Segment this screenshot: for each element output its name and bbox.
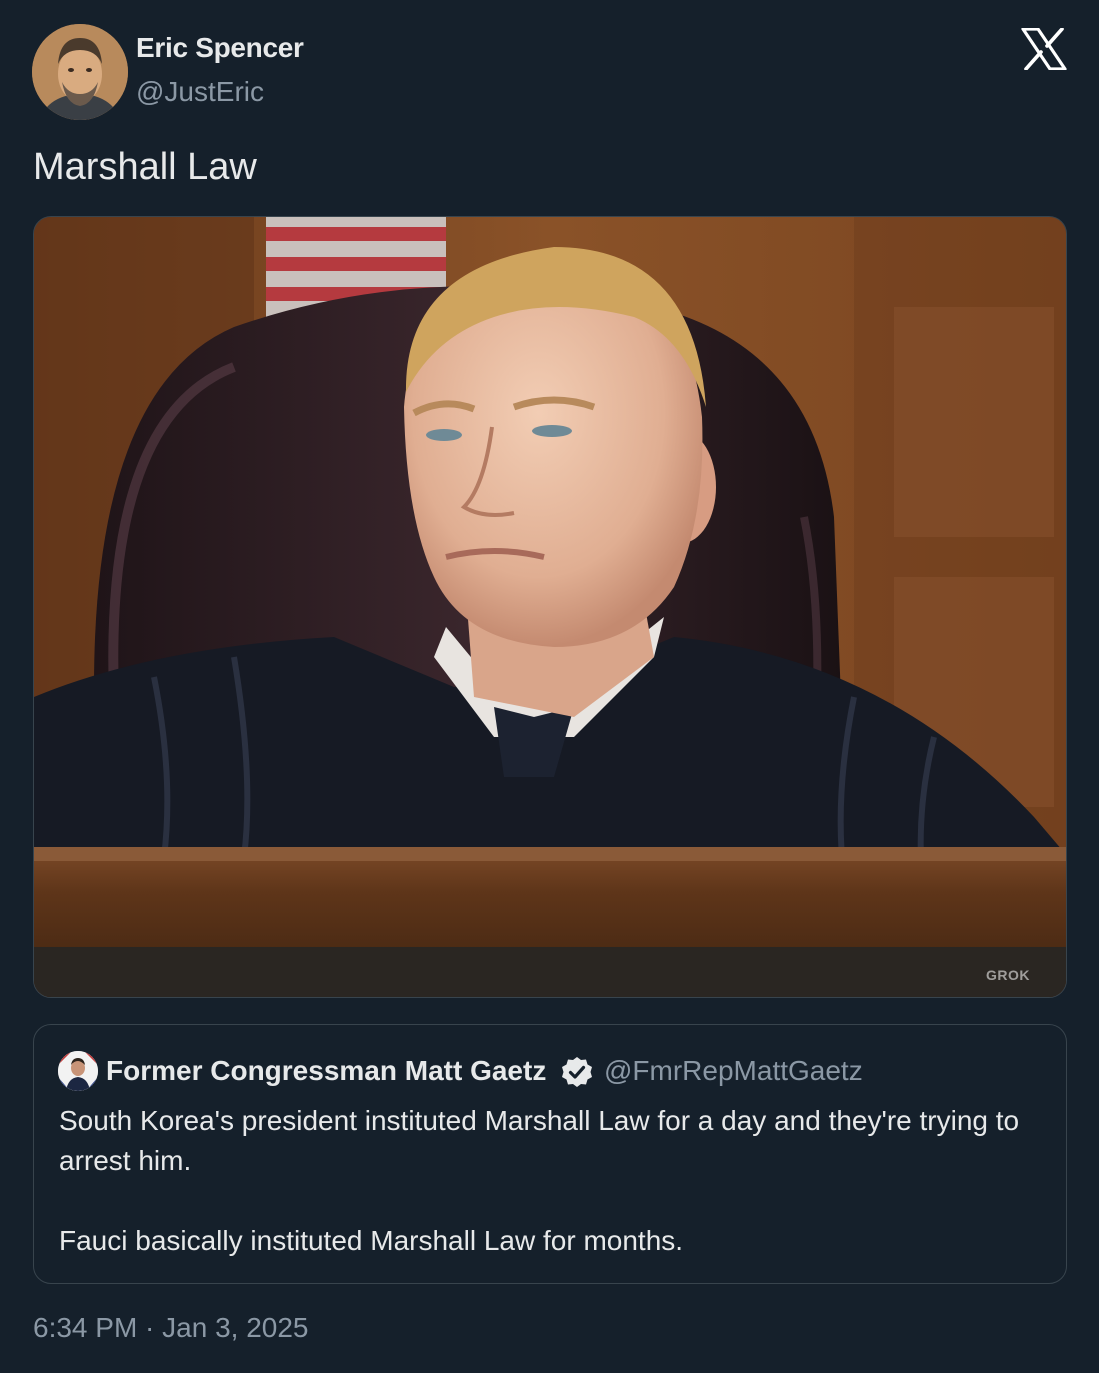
author-display-name[interactable]: Eric Spencer <box>136 32 304 64</box>
quoted-author-handle[interactable]: @FmrRepMattGaetz <box>604 1055 863 1087</box>
quoted-tweet-text: South Korea's president instituted Marsh… <box>59 1101 1039 1261</box>
media-watermark: GROK <box>986 967 1030 983</box>
tweet-timestamp[interactable]: 6:34 PM · Jan 3, 2025 <box>33 1312 309 1344</box>
tweet-card: Eric Spencer @JustEric Marshall Law GROK… <box>0 0 1099 1373</box>
tweet-media-image[interactable]: GROK <box>33 216 1067 998</box>
author-handle[interactable]: @JustEric <box>136 76 264 108</box>
tweet-text: Marshall Law <box>33 146 257 188</box>
quoted-avatar-photo-icon <box>58 1051 98 1091</box>
quoted-paragraph-2: Fauci basically instituted Marshall Law … <box>59 1225 684 1256</box>
avatar-photo-icon <box>32 24 128 120</box>
judge-photo-illustration <box>34 217 1066 997</box>
author-avatar[interactable] <box>32 24 128 120</box>
quoted-author-display-name[interactable]: Former Congressman Matt Gaetz <box>106 1055 546 1087</box>
verified-badge-icon <box>560 1055 594 1089</box>
quoted-author-avatar[interactable] <box>58 1051 98 1091</box>
quoted-paragraph-1: South Korea's president instituted Marsh… <box>59 1105 1020 1176</box>
quoted-tweet[interactable]: Former Congressman Matt Gaetz @FmrRepMat… <box>33 1024 1067 1284</box>
x-logo-icon <box>1021 27 1067 71</box>
